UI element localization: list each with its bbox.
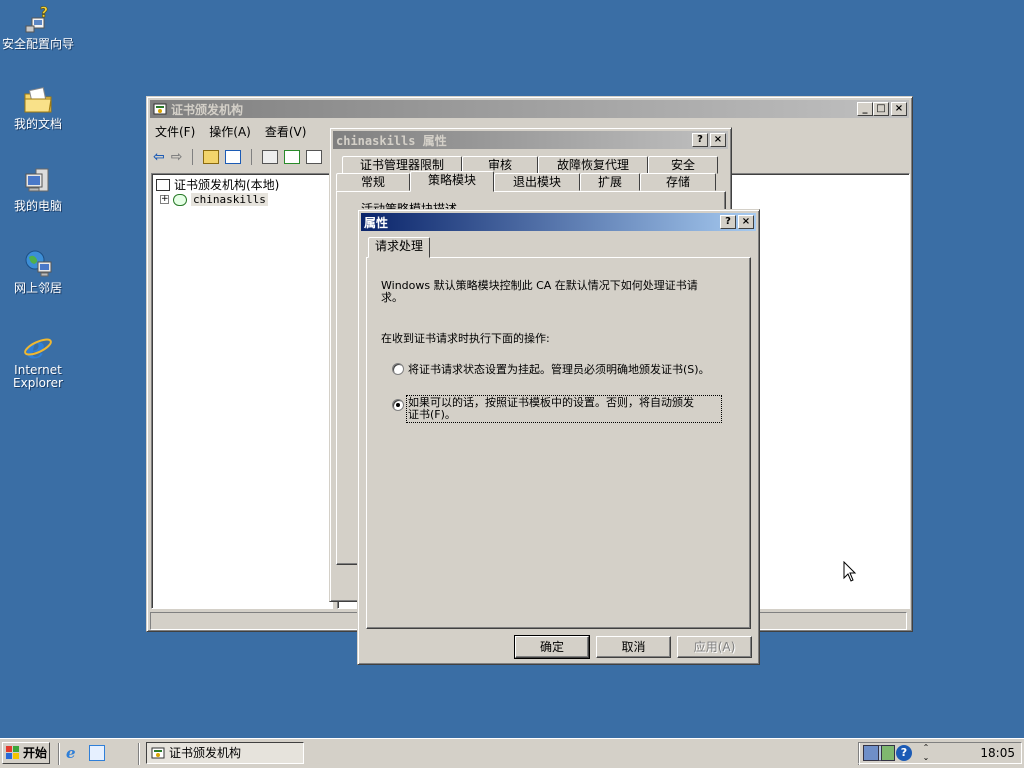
policy-description: Windows 默认策略模块控制此 CA 在默认情况下如何处理证书请 求。 (381, 280, 741, 304)
task-divider (138, 743, 140, 765)
windows-logo-icon (6, 746, 20, 760)
ca-app-icon (153, 102, 167, 116)
properties-dialog: 属性 ? × 请求处理 Windows 默认策略模块控制此 CA 在默认情况下如… (357, 209, 760, 665)
start-label: 开始 (23, 746, 48, 760)
tab-general[interactable]: 常规 (336, 173, 410, 191)
quick-launch-divider (58, 743, 60, 765)
option2-line-2: 证书(F)。 (408, 408, 456, 421)
tab-recovery-agents[interactable]: 故障恢复代理 (538, 156, 648, 174)
safely-remove-hardware-icon[interactable] (881, 745, 895, 761)
desktop-icon-label: 我的文档 (13, 117, 62, 131)
desktop-icon-network-places[interactable]: 网上邻居 (0, 248, 76, 295)
radio-follow-template-label[interactable]: 如果可以的话，按照证书模板中的设置。否则，将自动颁发 证书(F)。 (406, 395, 722, 423)
my-computer-icon (22, 166, 54, 198)
ca-menu-bar: 文件(F) 操作(A) 查看(V) (155, 123, 306, 141)
desktop-icon-label: 安全配置向导 (1, 37, 74, 51)
props-window-title: chinaskills 属性 (336, 133, 447, 148)
ca-server-icon (173, 193, 187, 206)
tab-storage[interactable]: 存储 (640, 173, 716, 191)
properties-icon[interactable] (262, 150, 279, 164)
network-places-icon (22, 248, 54, 280)
tab-extensions[interactable]: 扩展 (580, 173, 640, 191)
quick-launch-ie-icon[interactable]: e (66, 745, 82, 761)
help-button[interactable]: ? (692, 133, 708, 147)
mouse-cursor-icon (843, 561, 857, 582)
ca-window-titlebar[interactable]: 证书颁发机构 _ □ × (150, 100, 909, 118)
close-button[interactable]: × (738, 215, 754, 229)
show-hide-tree-icon[interactable] (225, 150, 242, 164)
radio-follow-template[interactable] (392, 399, 404, 411)
description-line-2: 求。 (381, 291, 403, 304)
cancel-button[interactable]: 取消 (596, 636, 671, 658)
menu-action[interactable]: 操作(A) (209, 123, 251, 141)
tab-exit-module[interactable]: 退出模块 (494, 173, 580, 191)
ca-toolbar: ⇦ ⇨ (153, 147, 323, 167)
desktop-icon-my-documents[interactable]: 我的文档 (0, 84, 76, 131)
ok-button[interactable]: 确定 (514, 635, 590, 659)
taskbar: 开始 e 证书颁发机构 ? ⌃ ⌄ 18:05 (0, 738, 1024, 768)
radio-selected-dot (396, 403, 400, 407)
menu-file[interactable]: 文件(F) (155, 123, 195, 141)
network-connections-icon[interactable] (863, 745, 879, 761)
ca-app-icon (151, 746, 165, 760)
back-arrow-icon[interactable]: ⇦ (153, 149, 165, 165)
internet-explorer-icon: e (22, 330, 54, 366)
dialog-tab-panel: Windows 默认策略模块控制此 CA 在默认情况下如何处理证书请 求。 在收… (366, 257, 751, 629)
export-list-icon[interactable] (306, 150, 323, 164)
forward-arrow-icon[interactable]: ⇨ (171, 149, 183, 165)
desktop-icon-internet-explorer[interactable]: e Internet Explorer (0, 330, 76, 390)
desktop-icon-my-computer[interactable]: 我的电脑 (0, 166, 76, 213)
clock[interactable]: 18:05 (980, 746, 1015, 760)
maximize-button[interactable]: □ (873, 102, 889, 116)
minimize-button[interactable]: _ (857, 102, 873, 116)
description-line-1: Windows 默认策略模块控制此 CA 在默认情况下如何处理证书请 (381, 279, 698, 292)
desktop-icon-label-line2: Explorer (13, 376, 63, 390)
action-prompt: 在收到证书请求时执行下面的操作: (381, 332, 550, 345)
tab-security[interactable]: 安全 (648, 156, 718, 174)
refresh-icon[interactable] (284, 150, 301, 164)
security-wizard-icon: ? (22, 4, 54, 36)
radio-set-pending[interactable] (392, 363, 404, 375)
expand-plus-icon[interactable]: + (160, 195, 169, 204)
tree-child-label: chinaskills (191, 193, 268, 206)
svg-text:?: ? (40, 5, 48, 21)
ca-root-icon (156, 178, 170, 191)
tree-child-item[interactable]: + chinaskills (160, 193, 268, 206)
up-folder-icon[interactable] (203, 150, 220, 164)
system-tray: 18:05 (858, 742, 1022, 764)
my-documents-icon (22, 84, 54, 116)
dialog-titlebar[interactable]: 属性 ? × (361, 213, 756, 231)
ca-window-title: 证书颁发机构 (171, 102, 244, 117)
desktop-icon-security-wizard[interactable]: ? 安全配置向导 (0, 4, 76, 51)
tab-request-handling[interactable]: 请求处理 (368, 237, 430, 258)
close-button[interactable]: × (710, 133, 726, 147)
desktop-icon-label: 我的电脑 (13, 199, 62, 213)
radio-set-pending-label[interactable]: 将证书请求状态设置为挂起。管理员必须明确地颁发证书(S)。 (408, 361, 710, 377)
ca-tree-pane: 证书颁发机构(本地) + chinaskills (151, 173, 333, 609)
tab-policy-module[interactable]: 策略模块 (410, 171, 494, 192)
menu-view[interactable]: 查看(V) (265, 123, 307, 141)
props-titlebar[interactable]: chinaskills 属性 ? × (333, 131, 728, 149)
dialog-title: 属性 (364, 215, 389, 230)
tree-root-label: 证书颁发机构(本地) (174, 178, 280, 192)
start-button[interactable]: 开始 (2, 742, 50, 764)
taskbar-button-ca[interactable]: 证书颁发机构 (146, 742, 304, 764)
desktop-icon-label: 网上邻居 (13, 281, 62, 295)
quick-launch-desktop-icon[interactable] (89, 745, 105, 761)
close-button[interactable]: × (891, 102, 907, 116)
tree-root-item[interactable]: 证书颁发机构(本地) (156, 176, 279, 193)
apply-button[interactable]: 应用(A) (677, 636, 752, 658)
taskbar-button-label: 证书颁发机构 (169, 746, 242, 760)
help-button[interactable]: ? (720, 215, 736, 229)
